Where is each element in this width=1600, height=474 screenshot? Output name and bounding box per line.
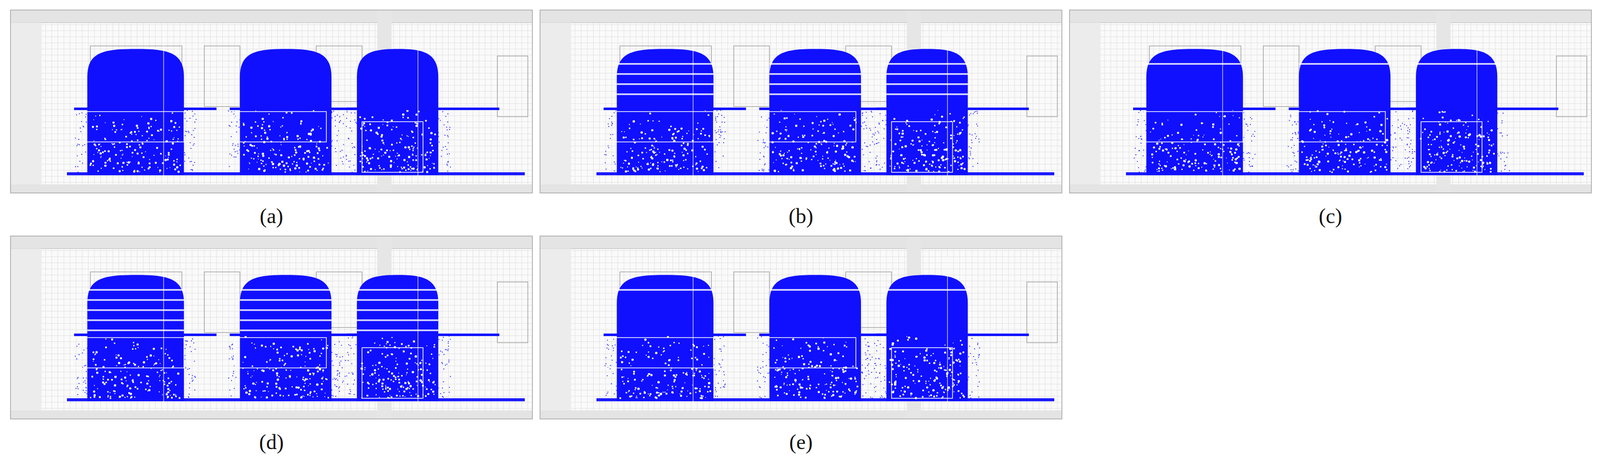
figure-cell: (a) — [10, 9, 533, 229]
tree-points — [228, 274, 344, 401]
panel-label: (b) — [788, 203, 814, 229]
tree-points — [75, 48, 197, 176]
tree-points — [1286, 48, 1403, 176]
point-cloud-view — [540, 236, 1062, 419]
tree-points — [604, 48, 726, 176]
tree-points — [74, 274, 196, 401]
tree-points — [604, 274, 726, 401]
figure-cell: (b) — [539, 9, 1063, 229]
tree-points — [873, 274, 981, 401]
screenshot-panel — [10, 9, 533, 194]
screenshot-panel — [539, 9, 1063, 194]
screenshot-panel — [10, 235, 533, 420]
figure-cell: (e) — [539, 235, 1063, 455]
tree-points — [1403, 48, 1510, 176]
tree-points — [345, 48, 452, 176]
figure-cell: (d) — [10, 235, 533, 455]
tree-points — [344, 274, 451, 401]
point-cloud-view — [11, 10, 532, 193]
panel-label: (a) — [259, 203, 284, 229]
tree-points — [757, 48, 874, 176]
point-cloud-view — [540, 10, 1062, 193]
panel-label: (d) — [259, 429, 284, 455]
tree-points — [873, 48, 981, 176]
figure-cell: (c) — [1069, 9, 1592, 229]
screenshot-panel — [539, 235, 1063, 420]
tree-points — [1133, 48, 1256, 176]
tree-points — [757, 274, 873, 401]
panel-label: (c) — [1318, 203, 1343, 229]
figure: (a) (b) (c) (d) (e) — [0, 0, 1600, 464]
point-cloud-view — [11, 236, 532, 419]
tree-points — [227, 48, 344, 176]
screenshot-panel — [1069, 9, 1592, 194]
panel-label: (e) — [789, 429, 813, 455]
point-cloud-view — [1070, 10, 1591, 193]
